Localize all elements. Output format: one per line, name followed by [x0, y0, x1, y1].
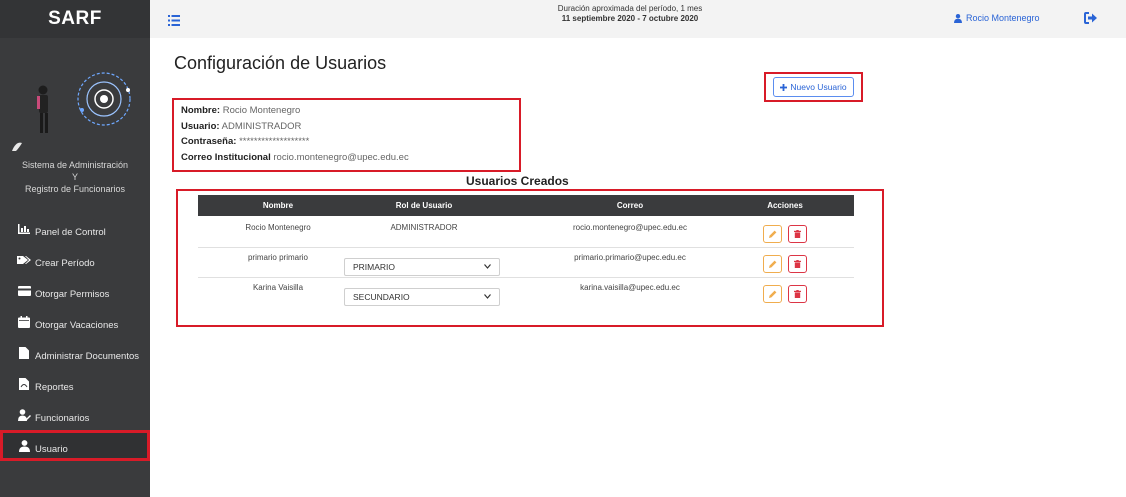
file-icon: [17, 346, 31, 360]
profile-password-row: Contraseña: *******************: [181, 134, 512, 150]
sidebar-item-label: Panel de Control: [35, 227, 106, 238]
profile-name-label: Nombre:: [181, 105, 221, 116]
profile-email-label: Correo Institucional: [181, 151, 271, 163]
new-user-label: Nuevo Usuario: [790, 82, 847, 92]
sidebar-item-label: Usuario: [35, 444, 68, 455]
sidebar-item-otorgar-vacaciones[interactable]: Otorgar Vacaciones: [0, 306, 150, 337]
profile-email-row: Correo Institucional rocio.montenegro@up…: [181, 150, 512, 166]
pencil-icon: [768, 230, 776, 238]
profile-user-row: Usuario: ADMINISTRADOR: [181, 119, 512, 135]
table-row: Karina Vaisilla SECUNDARIO karina.vaisil…: [198, 278, 854, 308]
users-table: Nombre Rol de Usuario Correo Acciones Ro…: [176, 189, 884, 327]
edit-button[interactable]: [763, 225, 782, 243]
pencil-icon: [768, 290, 776, 298]
role-select[interactable]: PRIMARIO: [344, 258, 500, 276]
sidebar-item-label: Funcionarios: [35, 413, 90, 424]
new-user-button[interactable]: Nuevo Usuario: [773, 77, 854, 97]
sidebar-item-otorgar-permisos[interactable]: Otorgar Permisos: [0, 275, 150, 306]
delete-button[interactable]: [788, 255, 807, 273]
profile-name-value: Rocio Montenegro: [222, 105, 301, 116]
period-info: Duración aproximada del período, 1 mes 1…: [430, 4, 830, 24]
logout-icon[interactable]: [1084, 11, 1098, 25]
edit-button[interactable]: [763, 285, 782, 303]
sidebar-item-label: Administrar Documentos: [35, 351, 140, 362]
trash-icon: [794, 230, 801, 238]
pencil-icon: [768, 260, 776, 268]
table-row: Rocio Montenegro ADMINISTRADOR rocio.mon…: [198, 218, 854, 248]
plus-icon: [780, 83, 788, 91]
profile-name-row: Nombre: Rocio Montenegro: [181, 103, 512, 119]
role-select-value: PRIMARIO: [353, 262, 396, 272]
system-title: Sistema de Administración Y Registro de …: [0, 159, 150, 195]
page-title: Configuración de Usuarios: [174, 53, 387, 73]
current-user[interactable]: Rocio Montenegro: [954, 13, 1040, 23]
edit-button[interactable]: [763, 255, 782, 273]
profile-user-value: ADMINISTRADOR: [221, 120, 302, 132]
sidebar-item-funcionarios[interactable]: Funcionarios: [0, 399, 150, 430]
trash-icon: [794, 290, 801, 298]
period-range: 11 septiembre 2020 - 7 octubre 2020: [561, 14, 699, 23]
user-name-cell: primario primario: [247, 253, 308, 262]
card-icon: [17, 284, 31, 298]
profile-user-label: Usuario:: [181, 120, 220, 132]
user-email-cell: karina.vaisilla@upec.edu.ec: [580, 283, 680, 292]
chart-icon: [17, 222, 31, 236]
sidebar-item-reportes[interactable]: Reportes: [0, 368, 150, 399]
column-header-nombre: Nombre: [262, 201, 294, 210]
profile-email-value: rocio.montenegro@upec.edu.ec: [273, 151, 409, 163]
profile-password-value: *******************: [239, 136, 310, 147]
column-header-correo: Correo: [616, 201, 644, 210]
sidebar-item-label: Otorgar Vacaciones: [35, 320, 119, 331]
app-root: SARF Sistema de Administración Y Registr…: [0, 0, 1126, 497]
system-title-line1: Sistema de Administración: [21, 160, 129, 170]
tags-icon: [17, 253, 31, 267]
user-name-cell: Karina Vaisilla: [252, 283, 304, 292]
current-user-name: Rocio Montenegro: [966, 13, 1040, 23]
user-name-cell: Rocio Montenegro: [245, 223, 311, 232]
system-title-line2: Y: [71, 172, 78, 182]
column-header-rol: Rol de Usuario: [395, 201, 453, 210]
chevron-down-icon: [484, 264, 491, 269]
sidebar-menu: Panel de Control Crear Período Otorgar P…: [0, 213, 150, 461]
sidebar-item-label: Reportes: [35, 382, 74, 393]
sidebar-illustration: [0, 38, 150, 156]
profile-info: Nombre: Rocio Montenegro Usuario: ADMINI…: [172, 98, 521, 172]
column-header-acciones: Acciones: [767, 201, 803, 210]
sidebar: SARF Sistema de Administración Y Registr…: [0, 0, 150, 497]
sidebar-item-crear-periodo[interactable]: Crear Período: [0, 244, 150, 275]
chevron-down-icon: [484, 294, 491, 299]
sidebar-item-label: Crear Período: [35, 258, 95, 269]
table-row: primario primario PRIMARIO primario.prim…: [198, 248, 854, 278]
brand-logo[interactable]: SARF: [0, 0, 150, 38]
user-edit-icon: [17, 408, 31, 422]
users-table-title: Usuarios Creados: [466, 174, 569, 188]
period-duration: Duración aproximada del período, 1 mes: [557, 4, 703, 13]
calendar-icon: [17, 315, 31, 329]
user-email-cell: primario.primario@upec.edu.ec: [574, 253, 686, 262]
user-icon: [954, 13, 962, 23]
topbar: Duración aproximada del período, 1 mes 1…: [150, 0, 1126, 38]
role-select[interactable]: SECUNDARIO: [344, 288, 500, 306]
table-header: Nombre Rol de Usuario Correo Acciones: [198, 195, 854, 216]
user-role-cell: ADMINISTRADOR: [390, 223, 458, 232]
delete-button[interactable]: [788, 225, 807, 243]
profile-password-label: Contraseña:: [181, 136, 237, 147]
sidebar-item-panel-de-control[interactable]: Panel de Control: [0, 213, 150, 244]
user-email-cell: rocio.montenegro@upec.edu.ec: [573, 223, 687, 232]
delete-button[interactable]: [788, 285, 807, 303]
new-user-highlight: Nuevo Usuario: [764, 72, 863, 102]
system-title-line3: Registro de Funcionarios: [24, 184, 126, 194]
hamburger-menu-icon[interactable]: [168, 13, 180, 26]
trash-icon: [794, 260, 801, 268]
pdf-icon: [17, 377, 31, 391]
sidebar-item-usuario[interactable]: Usuario: [0, 430, 150, 461]
role-select-value: SECUNDARIO: [353, 292, 410, 302]
sidebar-item-label: Otorgar Permisos: [35, 289, 110, 300]
sidebar-item-administrar-documentos[interactable]: Administrar Documentos: [0, 337, 150, 368]
user-icon: [17, 439, 31, 453]
